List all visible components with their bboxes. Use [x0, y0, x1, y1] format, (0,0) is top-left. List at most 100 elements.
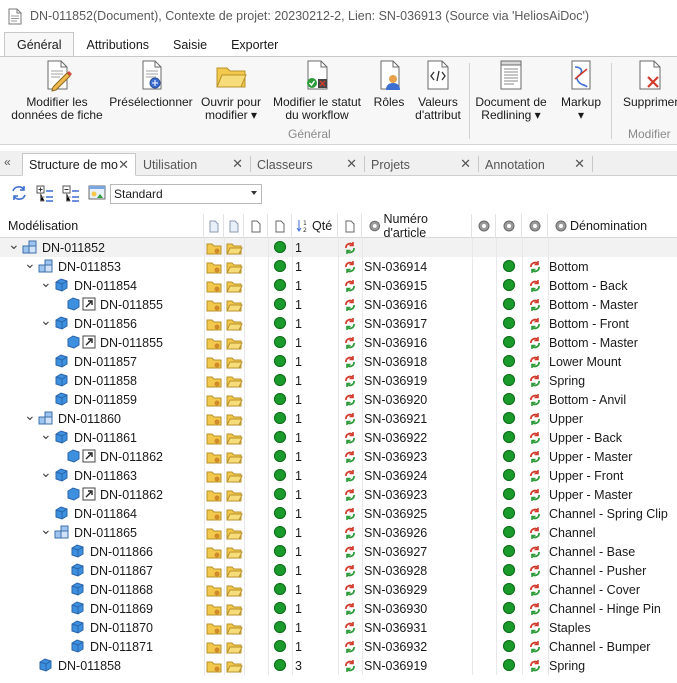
tree-expander[interactable]: ⌄: [40, 274, 52, 291]
table-row[interactable]: ⌄ DN-011861 1 SN-036922 Upper - Back: [0, 426, 677, 447]
tree-expander[interactable]: ⌄: [8, 238, 20, 253]
column-header-doc3[interactable]: [244, 214, 268, 238]
preselect-button[interactable]: Présélectionner: [108, 59, 194, 109]
column-divider: [338, 637, 339, 656]
close-icon[interactable]: ✕: [460, 156, 471, 172]
table-row[interactable]: DN-011855 1 SN-036916 Bottom - Master: [0, 295, 677, 314]
collapse-all-icon[interactable]: [62, 185, 80, 203]
edit-record-data-button[interactable]: Modifier les données de fiche: [10, 59, 104, 122]
column-divider: [268, 390, 269, 409]
table-row[interactable]: ⌄ DN-011852 1: [0, 238, 677, 257]
edit-record-data-label-2: données de fiche: [11, 108, 103, 122]
designation-cell: Lower Mount: [549, 354, 622, 369]
ribbon-tab-exporter[interactable]: Exporter: [219, 33, 290, 57]
tree-expander[interactable]: ⌄: [40, 464, 52, 481]
table-row[interactable]: DN-011855 1 SN-036916 Bottom - Master: [0, 333, 677, 352]
close-icon[interactable]: ✕: [232, 156, 243, 172]
column-divider: [362, 390, 363, 409]
collapse-panel-icon[interactable]: «: [4, 155, 11, 169]
gear-icon: [369, 220, 381, 232]
tree-expander[interactable]: ⌄: [24, 255, 36, 272]
table-row[interactable]: ⌄ DN-011854 1 SN-036915 Bottom - Back: [0, 274, 677, 295]
column-divider: [224, 523, 225, 542]
column-header-doc2[interactable]: [224, 214, 244, 238]
close-icon[interactable]: ✕: [574, 156, 585, 172]
open-folder-icon: [226, 640, 243, 657]
status-indicator: [503, 602, 515, 614]
table-row[interactable]: DN-011858 1 SN-036919 Spring: [0, 371, 677, 390]
column-header-modelisation[interactable]: Modélisation: [0, 214, 204, 238]
table-row[interactable]: DN-011858 3 SN-036919 Spring: [0, 656, 677, 675]
table-row[interactable]: DN-011867 1 SN-036928 Channel - Pusher: [0, 561, 677, 580]
structure-toolbar: Standard: [0, 180, 677, 208]
sync-icon: [528, 583, 542, 600]
column-divider: [496, 580, 497, 599]
column-divider: [362, 580, 363, 599]
table-row[interactable]: ⌄ DN-011865 1 SN-036926 Channel: [0, 521, 677, 542]
node-id: DN-011867: [90, 563, 154, 578]
table-row[interactable]: DN-011862 1 SN-036923 Upper - Master: [0, 447, 677, 466]
view-settings-icon[interactable]: [88, 185, 106, 201]
table-row[interactable]: DN-011866 1 SN-036927 Channel - Base: [0, 542, 677, 561]
column-header-sync[interactable]: [338, 214, 362, 238]
ribbon-tab-saisie[interactable]: Saisie: [161, 33, 219, 57]
locked-folder-icon: [206, 602, 222, 619]
table-row[interactable]: ⌄ DN-011856 1 SN-036917 Bottom - Front: [0, 312, 677, 333]
markup-dropdown-label: ▾: [577, 108, 585, 122]
view-select[interactable]: Standard: [110, 184, 262, 204]
table-row[interactable]: ⌄ DN-011853 1 SN-036914 Bottom: [0, 255, 677, 276]
status-indicator: [503, 640, 515, 652]
tree-expander[interactable]: ⌄: [24, 407, 36, 424]
refresh-icon[interactable]: [10, 185, 28, 201]
column-divider: [362, 504, 363, 523]
article-number-cell: SN-036926: [364, 525, 428, 540]
tree-expander[interactable]: ⌄: [40, 521, 52, 538]
tab-structure[interactable]: Structure de mo ✕: [22, 153, 136, 176]
tab-classeurs[interactable]: Classeurs ✕: [251, 153, 363, 176]
expand-all-icon[interactable]: [36, 185, 54, 203]
column-header-qty[interactable]: 1 2 Qté: [292, 214, 338, 238]
column-header-doc1[interactable]: [204, 214, 224, 238]
ribbon-tab-attributions[interactable]: Attributions: [74, 33, 161, 57]
column-divider: [244, 637, 245, 656]
table-row[interactable]: DN-011864 1 SN-036925 Channel - Spring Clip: [0, 504, 677, 523]
tab-projets[interactable]: Projets ✕: [365, 153, 477, 176]
column-header-gear-2[interactable]: [496, 214, 522, 238]
table-row[interactable]: DN-011868 1 SN-036929 Channel - Cover: [0, 580, 677, 599]
open-for-edit-button[interactable]: Ouvrir pour modifier ▾: [196, 59, 266, 122]
table-row[interactable]: DN-011870 1 SN-036931 Staples: [0, 618, 677, 637]
redlining-document-button[interactable]: Document de Redlining ▾: [472, 59, 550, 122]
table-row[interactable]: ⌄ DN-011863 1 SN-036924 Upper - Front: [0, 464, 677, 485]
article-number-cell: SN-036925: [364, 506, 428, 521]
markup-button[interactable]: Markup ▾: [556, 59, 606, 122]
qty-cell: 1: [295, 335, 302, 350]
column-divider: [224, 447, 225, 466]
tab-utilisation[interactable]: Utilisation ✕: [137, 153, 249, 176]
table-row[interactable]: ⌄ DN-011860 1 SN-036921 Upper: [0, 407, 677, 428]
table-row[interactable]: DN-011869 1 SN-036930 Channel - Hinge Pin: [0, 599, 677, 618]
tree-expander[interactable]: ⌄: [40, 312, 52, 329]
change-workflow-status-button[interactable]: Modifier le statut du workflow: [268, 59, 366, 122]
view-select-value: Standard: [114, 187, 163, 201]
column-header-article-number[interactable]: Numéro d'article: [362, 212, 472, 240]
tree-expander[interactable]: ⌄: [40, 426, 52, 443]
close-icon[interactable]: ✕: [118, 157, 129, 173]
table-row[interactable]: DN-011857 1 SN-036918 Lower Mount: [0, 352, 677, 371]
table-row[interactable]: DN-011871 1 SN-036932 Channel - Bumper: [0, 637, 677, 656]
status-indicator: [274, 336, 286, 348]
part-icon: [66, 449, 80, 466]
article-number-cell: SN-036923: [364, 449, 428, 464]
column-header-gear-1[interactable]: [472, 214, 496, 238]
table-row[interactable]: DN-011859 1 SN-036920 Bottom - Anvil: [0, 390, 677, 409]
attribute-values-button[interactable]: Valeurs d'attribut: [410, 59, 466, 122]
tab-annotation[interactable]: Annotation ✕: [479, 153, 591, 176]
table-row[interactable]: DN-011862 1 SN-036923 Upper - Master: [0, 485, 677, 504]
ribbon-tab-general[interactable]: Général: [4, 32, 75, 57]
column-header-gear-3[interactable]: [522, 214, 548, 238]
column-divider: [472, 580, 473, 599]
roles-button[interactable]: Rôles: [370, 59, 408, 109]
column-header-status[interactable]: [268, 214, 292, 238]
column-header-designation[interactable]: Dénomination: [548, 214, 677, 238]
close-icon[interactable]: ✕: [346, 156, 357, 172]
delete-button[interactable]: Supprimer: [620, 59, 677, 109]
